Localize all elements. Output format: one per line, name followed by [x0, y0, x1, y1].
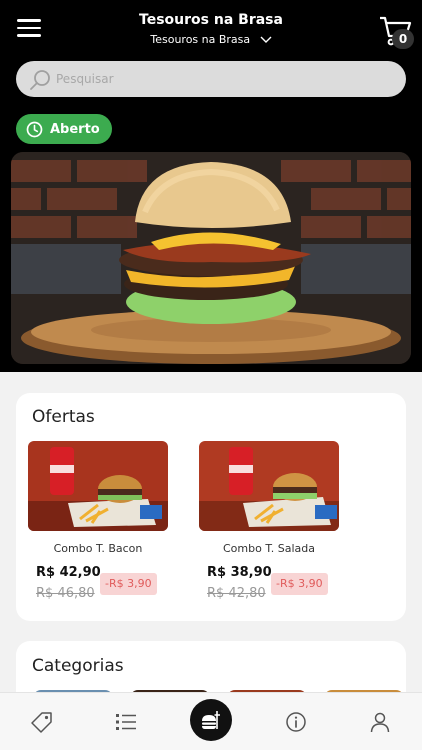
user-icon	[370, 712, 390, 733]
store-title: Tesouros na Brasa	[139, 12, 283, 28]
chevron-down-icon	[260, 36, 272, 43]
clock-icon	[26, 121, 43, 137]
search-icon	[30, 70, 50, 90]
open-status-badge: Aberto	[16, 114, 112, 144]
product-old-price: R$ 46,80	[36, 586, 95, 601]
product-name: Combo T. Salada	[223, 542, 315, 555]
nav-profile[interactable]	[367, 709, 393, 735]
nav-info[interactable]	[283, 709, 309, 735]
app-header: Tesouros na Brasa Tesouros na Brasa 0 Ab…	[0, 0, 422, 372]
cart-count-badge: 0	[392, 29, 414, 49]
categories-title: Categorias	[32, 656, 124, 676]
store-selector-label: Tesouros na Brasa	[150, 33, 251, 46]
tag-icon	[31, 712, 52, 733]
search-bar[interactable]	[16, 61, 406, 97]
product-price: R$ 38,90	[207, 565, 272, 580]
offers-title: Ofertas	[32, 407, 95, 427]
nav-offers[interactable]	[29, 709, 55, 735]
product-image	[28, 441, 168, 531]
nav-home-food[interactable]	[190, 699, 232, 741]
list-icon	[116, 714, 136, 730]
discount-badge: -R$ 3,90	[271, 573, 328, 595]
discount-badge: -R$ 3,90	[100, 573, 157, 595]
nav-menu-list[interactable]	[113, 709, 139, 735]
search-input[interactable]	[56, 61, 386, 97]
hero-banner-image	[11, 152, 411, 364]
food-icon	[202, 711, 220, 729]
bottom-navigation	[0, 692, 422, 750]
product-image	[199, 441, 339, 531]
info-icon	[286, 712, 306, 732]
product-old-price: R$ 42,80	[207, 586, 266, 601]
offer-card[interactable]: Combo T. Salada R$ 38,90 R$ 42,80 -R$ 3,…	[199, 441, 339, 601]
product-name: Combo T. Bacon	[53, 542, 143, 555]
product-price: R$ 42,90	[36, 565, 101, 580]
store-selector[interactable]: Tesouros na Brasa	[0, 33, 422, 46]
offer-card[interactable]: Combo T. Bacon R$ 42,90 R$ 46,80 -R$ 3,9…	[28, 441, 168, 601]
status-label: Aberto	[50, 121, 100, 137]
offers-section: Ofertas Combo T. Bacon R$ 42,90 R$ 46,80…	[16, 393, 406, 621]
